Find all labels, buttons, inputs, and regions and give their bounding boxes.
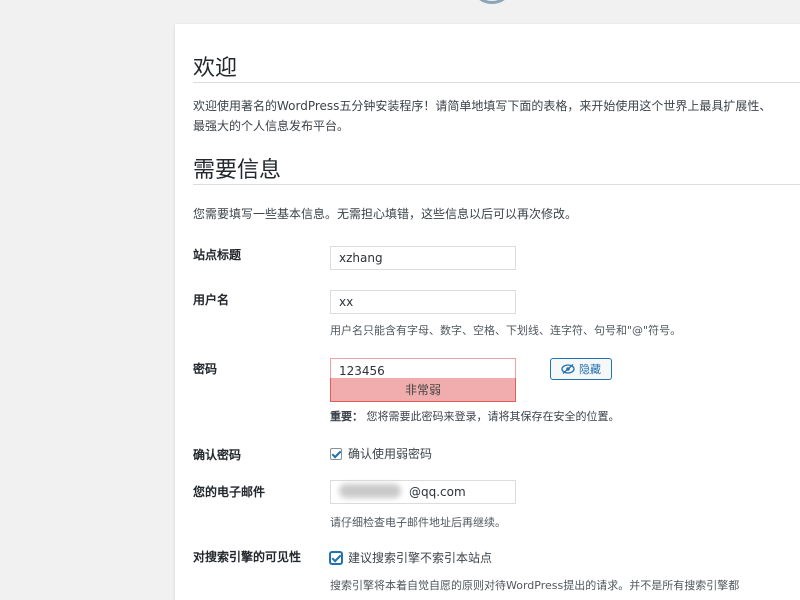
search-visibility-hint: 搜索引擎将本着自觉自愿的原则对待WordPress提出的请求。并不是所有搜索引擎…: [330, 579, 740, 592]
confirm-weak-password-row: 确认使用弱密码: [330, 445, 432, 462]
search-visibility-label: 对搜索引擎的可见性: [193, 550, 302, 564]
site-title-input[interactable]: [330, 246, 516, 270]
confirm-password-label: 确认密码: [193, 448, 242, 462]
welcome-heading: 欢迎: [193, 56, 238, 81]
username-hint: 用户名只能含有字母、数字、空格、下划线、连字符、句号和"@"符号。: [330, 324, 682, 337]
username-input[interactable]: [330, 290, 516, 314]
search-visibility-row: 建议搜索引擎不索引本站点: [330, 549, 492, 566]
divider: [193, 82, 800, 83]
hide-password-button[interactable]: 隐藏: [550, 358, 612, 380]
discourage-search-engines-label: 建议搜索引擎不索引本站点: [348, 551, 493, 565]
site-title-label: 站点标题: [193, 248, 242, 262]
eye-slash-icon: [561, 364, 575, 374]
email-label: 您的电子邮件: [193, 485, 266, 499]
password-strength-meter: 非常弱: [330, 378, 516, 402]
discourage-search-engines-checkbox[interactable]: [330, 551, 342, 564]
password-note-text: 您将需要此密码来登录，请将其保存在安全的位置。: [366, 410, 620, 423]
username-label: 用户名: [193, 293, 230, 307]
redacted-blur: [339, 484, 401, 498]
install-form-card: 欢迎 欢迎使用著名的WordPress五分钟安装程序！请简单地填写下面的表格，来…: [175, 24, 800, 600]
info-heading: 需要信息: [193, 158, 282, 183]
wordpress-logo: [470, 0, 514, 4]
email-hint: 请仔细检查电子邮件地址后再继续。: [330, 516, 506, 529]
info-intro: 您需要填写一些基本信息。无需担心填错，这些信息以后可以再次修改。: [193, 207, 578, 221]
confirm-weak-password-label: 确认使用弱密码: [348, 447, 433, 461]
password-note: 重要： 您将需要此密码来登录，请将其保存在安全的位置。: [330, 408, 620, 424]
confirm-weak-password-checkbox[interactable]: [330, 447, 342, 460]
password-label: 密码: [193, 362, 218, 376]
welcome-text: 欢迎使用著名的WordPress五分钟安装程序！请简单地填写下面的表格，来开始使…: [193, 99, 772, 133]
divider: [193, 184, 800, 185]
hide-password-label: 隐藏: [579, 363, 601, 376]
password-note-bold: 重要：: [330, 410, 363, 423]
